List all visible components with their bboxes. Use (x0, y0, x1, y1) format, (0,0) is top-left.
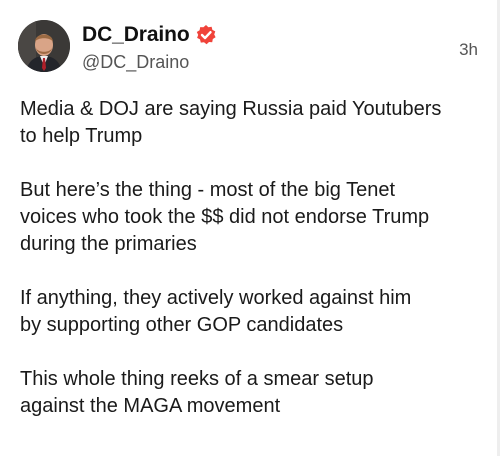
post-line: against the MAGA movement (20, 395, 281, 417)
avatar[interactable] (18, 20, 70, 72)
post-header: DC_Draino @DC_Draino 3h (18, 20, 488, 80)
author-handle[interactable]: @DC_Draino (82, 52, 189, 73)
post-line: If anything, they actively worked agains… (20, 287, 412, 309)
post-line: during the primaries (20, 233, 197, 255)
post-line: Media & DOJ are saying Russia paid Youtu… (20, 98, 442, 120)
post-paragraph: If anything, they actively worked agains… (20, 285, 490, 339)
post-paragraph: Media & DOJ are saying Russia paid Youtu… (20, 96, 490, 150)
author-display-name[interactable]: DC_Draino (82, 23, 190, 47)
avatar-image (18, 20, 70, 72)
post-body: Media & DOJ are saying Russia paid Youtu… (20, 96, 490, 447)
post-card: DC_Draino @DC_Draino 3h Media & DOJ are … (0, 0, 500, 456)
post-line: This whole thing reeks of a smear setup (20, 368, 374, 390)
post-timestamp[interactable]: 3h (459, 40, 478, 60)
author-name-row: DC_Draino (82, 23, 217, 47)
post-line: voices who took the $$ did not endorse T… (20, 206, 430, 228)
post-line: by supporting other GOP candidates (20, 314, 344, 336)
post-line: to help Trump (20, 125, 143, 147)
post-paragraph: But here’s the thing - most of the big T… (20, 177, 490, 258)
post-paragraph: This whole thing reeks of a smear setup … (20, 366, 490, 420)
post-line: But here’s the thing - most of the big T… (20, 179, 396, 201)
verified-badge-icon (195, 24, 217, 46)
